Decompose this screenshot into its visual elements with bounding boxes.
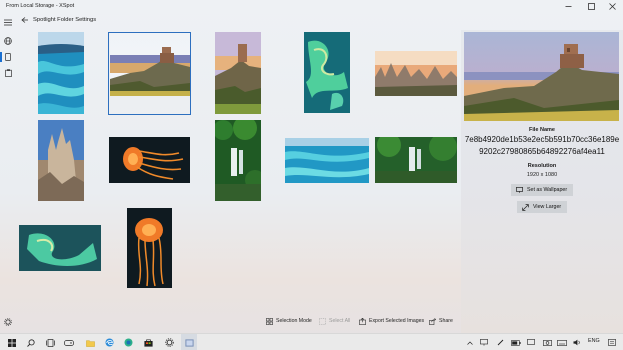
thumbnail-jungle-waterfall[interactable] <box>215 120 261 201</box>
thumbnail-castle-cliff[interactable] <box>215 32 261 114</box>
keyboard-icon[interactable] <box>556 334 568 350</box>
tablet-icon[interactable] <box>0 50 16 64</box>
thumbnail-rock-spires[interactable] <box>375 51 457 96</box>
details-pane: File Name 7e8b4920de1b53e2ec5b591b70cc36… <box>461 30 623 333</box>
export-icon <box>358 317 366 325</box>
hamburger-icon[interactable] <box>0 15 16 29</box>
store-icon[interactable] <box>141 334 155 350</box>
export-selected-label: Export Selected Images <box>369 318 425 324</box>
window-title: From Local Storage - XSpot <box>6 3 75 9</box>
thumbnail-green-reef-wide[interactable] <box>19 225 101 271</box>
grid-icon <box>265 317 273 325</box>
navigation-rail <box>0 13 16 333</box>
file-name-label: File Name <box>529 127 555 133</box>
gear-icon[interactable] <box>0 315 16 329</box>
share-icon <box>428 317 436 325</box>
task-view-icon[interactable] <box>43 334 57 350</box>
thumbnail-turquoise-sea-wide[interactable] <box>285 138 369 183</box>
network-icon[interactable] <box>479 334 489 350</box>
thumbnail-jungle-waterfall-wide[interactable] <box>375 137 457 183</box>
clipboard-icon[interactable] <box>0 66 16 80</box>
file-name-line-2: 9202c27980865b64892276af4ea11 <box>479 147 605 156</box>
thumbnail-jellyfish-tall[interactable] <box>127 208 172 288</box>
back-arrow-icon[interactable] <box>20 16 28 24</box>
select-all-icon <box>318 317 326 325</box>
camera-icon[interactable] <box>541 334 553 350</box>
share-button[interactable]: Share <box>428 315 453 327</box>
view-larger-button[interactable]: View Larger <box>517 201 567 213</box>
selection-mode-label: Selection Mode <box>276 318 312 324</box>
set-wallpaper-button[interactable]: Set as Wallpaper <box>511 184 573 196</box>
windows-start-icon[interactable] <box>5 334 19 350</box>
view-larger-label: View Larger <box>533 204 562 210</box>
minimize-icon[interactable] <box>557 0 579 13</box>
game-icon[interactable] <box>62 334 76 350</box>
selected-indicator <box>0 52 2 62</box>
close-icon[interactable] <box>601 0 623 13</box>
maximize-icon[interactable] <box>580 0 602 13</box>
monitor-icon <box>515 186 523 194</box>
resolution-label: Resolution <box>527 163 557 169</box>
file-explorer-icon[interactable] <box>83 334 97 350</box>
select-all-label: Select All <box>329 318 351 324</box>
xspot-app-icon[interactable] <box>181 334 197 350</box>
pen-icon[interactable] <box>495 334 505 350</box>
thumbnail-jellyfish[interactable] <box>109 137 190 183</box>
volume-icon[interactable] <box>572 334 582 350</box>
thumbnail-turquoise-sea[interactable] <box>38 32 84 114</box>
select-all-button[interactable]: Select All <box>318 315 350 327</box>
notification-icon[interactable] <box>606 334 618 350</box>
selection-frame <box>108 32 191 115</box>
thumbnail-fairy-chimneys[interactable] <box>38 120 84 201</box>
taskbar: ENG <box>0 333 623 350</box>
display-icon[interactable] <box>526 334 536 350</box>
preview-image[interactable] <box>464 32 619 121</box>
edge-icon[interactable] <box>102 334 116 350</box>
language-indicator[interactable]: ENG <box>588 338 600 344</box>
battery-icon[interactable] <box>510 334 522 350</box>
set-wallpaper-label: Set as Wallpaper <box>527 187 568 193</box>
resolution-value: 1920 x 1080 <box>526 172 558 178</box>
export-selected-button[interactable]: Export Selected Images <box>358 315 424 327</box>
globe-icon[interactable] <box>0 34 16 48</box>
title-bar: From Local Storage - XSpot <box>0 0 623 13</box>
expand-icon <box>521 203 529 211</box>
selection-mode-button[interactable]: Selection Mode <box>265 315 312 327</box>
page-title: Spotlight Folder Settings <box>33 17 97 23</box>
share-label: Share <box>439 318 453 324</box>
search-icon[interactable] <box>24 334 38 350</box>
file-name-line-1: 7e8b4920de1b53e2ec5b591b70cc36e189e <box>464 135 620 144</box>
edge-dev-icon[interactable] <box>121 334 135 350</box>
chevron-up-icon[interactable] <box>465 334 475 350</box>
thumbnail-green-reef[interactable] <box>304 32 350 113</box>
settings-icon[interactable] <box>162 334 176 350</box>
